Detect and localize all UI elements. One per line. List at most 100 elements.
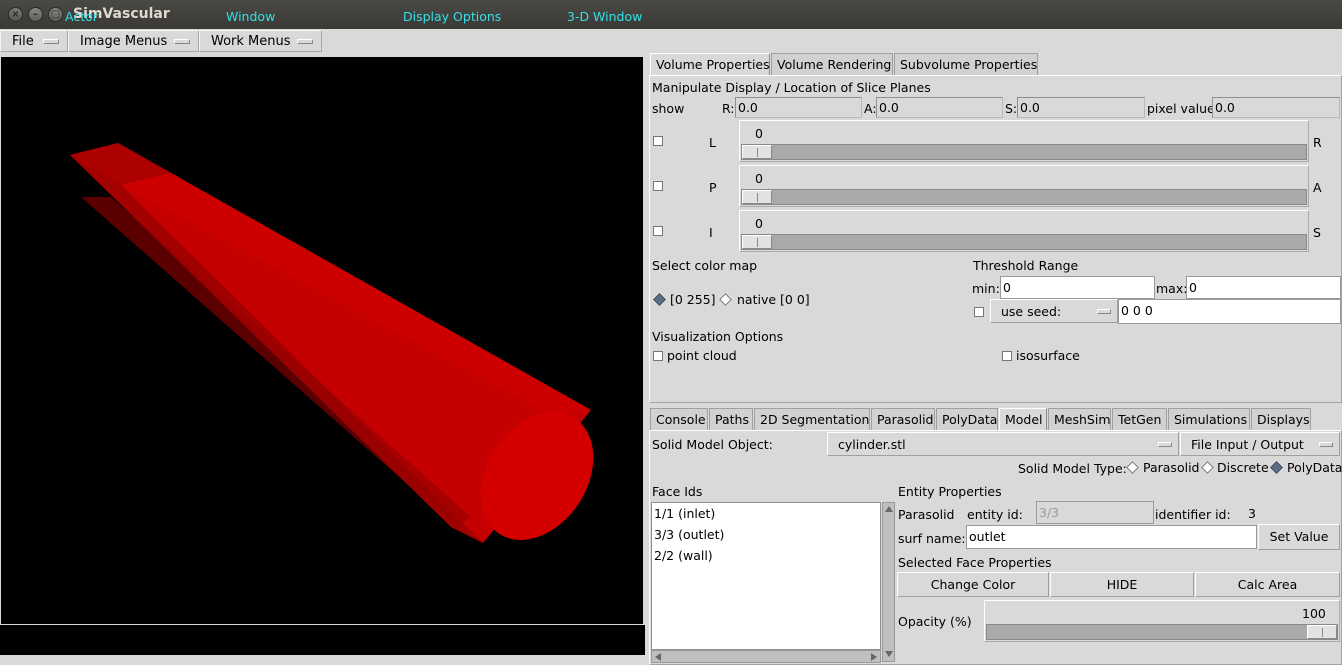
slider-handle[interactable] bbox=[742, 145, 772, 159]
type-discrete-label: Discrete bbox=[1217, 460, 1269, 475]
threshold-min-input[interactable]: 0 bbox=[1000, 276, 1155, 299]
tab-2d-segmentation[interactable]: 2D Segmentation bbox=[754, 408, 870, 430]
change-color-button[interactable]: Change Color bbox=[897, 572, 1049, 597]
tab-polydata[interactable]: PolyData bbox=[936, 408, 998, 430]
tab-console[interactable]: Console bbox=[650, 408, 708, 430]
slider-trough bbox=[741, 144, 1307, 160]
3d-viewport[interactable] bbox=[1, 57, 643, 624]
pixel-value: 0.0 bbox=[1212, 97, 1340, 118]
face-list-item[interactable]: 2/2 (wall) bbox=[652, 545, 880, 566]
scroll-right-icon[interactable] bbox=[871, 653, 877, 661]
tab-tetgen[interactable]: TetGen bbox=[1112, 408, 1167, 430]
face-list-item[interactable]: 1/1 (inlet) bbox=[652, 503, 880, 524]
cylinder-render bbox=[70, 143, 594, 543]
maximize-window-icon[interactable]: □ bbox=[48, 7, 63, 22]
display-options-label[interactable]: Display Options bbox=[403, 9, 501, 24]
identifier-id-label: identifier id: bbox=[1155, 507, 1231, 522]
hide-button[interactable]: HIDE bbox=[1050, 572, 1194, 597]
slider-trough bbox=[741, 189, 1307, 205]
image-menus-label: Image Menus bbox=[80, 34, 168, 49]
slider-trough bbox=[741, 234, 1307, 250]
tab-paths[interactable]: Paths bbox=[709, 408, 753, 430]
show-i-checkbox[interactable] bbox=[653, 226, 663, 236]
seed-input[interactable]: 0 0 0 bbox=[1118, 299, 1341, 324]
dropdown-indicator-icon bbox=[297, 39, 313, 44]
pixel-value-label: pixel value: bbox=[1147, 101, 1219, 116]
face-list-item[interactable]: 3/3 (outlet) bbox=[652, 524, 880, 545]
solid-model-type-label: Solid Model Type: bbox=[1018, 461, 1127, 476]
s-coord-value: 0.0 bbox=[1017, 97, 1145, 118]
use-seed-checkbox[interactable] bbox=[974, 307, 984, 317]
image-menus-menu[interactable]: Image Menus bbox=[68, 30, 199, 52]
face-ids-title: Face Ids bbox=[652, 484, 703, 499]
solid-model-object-label: Solid Model Object: bbox=[652, 437, 773, 452]
face-ids-list[interactable]: 1/1 (inlet) 3/3 (outlet) 2/2 (wall) bbox=[651, 502, 881, 650]
type-parasolid-label: Parasolid bbox=[1143, 460, 1200, 475]
p-slider[interactable]: 0 bbox=[739, 165, 1309, 207]
close-window-icon[interactable]: × bbox=[8, 7, 23, 22]
tab-subvolume-properties[interactable]: Subvolume Properties bbox=[894, 53, 1038, 75]
opacity-value: 100 bbox=[1302, 606, 1326, 621]
minimize-window-icon[interactable]: – bbox=[28, 7, 43, 22]
identifier-id-value: 3 bbox=[1248, 506, 1256, 521]
threshold-max-input[interactable]: 0 bbox=[1186, 276, 1341, 299]
visualization-title: Visualization Options bbox=[652, 329, 784, 344]
use-seed-label: use seed: bbox=[1001, 304, 1062, 319]
tab-volume-properties[interactable]: Volume Properties bbox=[650, 53, 770, 75]
face-list-vertical-scrollbar[interactable] bbox=[882, 502, 895, 662]
color-map-title: Select color map bbox=[652, 258, 758, 273]
scroll-left-icon[interactable] bbox=[655, 653, 661, 661]
tab-volume-rendering[interactable]: Volume Rendering bbox=[771, 53, 893, 75]
slider-right-label: S bbox=[1313, 225, 1321, 240]
set-value-button[interactable]: Set Value bbox=[1258, 524, 1340, 550]
color-map-option-label: [0 255] bbox=[670, 292, 716, 307]
tab-parasolid[interactable]: Parasolid bbox=[871, 408, 935, 430]
file-menu-label: File bbox=[12, 34, 34, 49]
show-l-checkbox[interactable] bbox=[653, 136, 663, 146]
tab-displays[interactable]: Displays bbox=[1251, 408, 1311, 430]
entity-id-input[interactable]: 3/3 bbox=[1036, 501, 1154, 524]
slider-left-label: L bbox=[709, 135, 716, 150]
dropdown-indicator-icon bbox=[1097, 309, 1111, 314]
dropdown-indicator-icon bbox=[43, 39, 59, 44]
r-coord-label: R: bbox=[722, 101, 735, 116]
show-p-checkbox[interactable] bbox=[653, 181, 663, 191]
solid-model-object-select[interactable]: cylinder.stl bbox=[827, 432, 1179, 456]
entity-id-label: entity id: bbox=[967, 507, 1023, 522]
i-slider[interactable]: 0 bbox=[739, 210, 1309, 252]
l-slider[interactable]: 0 bbox=[739, 120, 1309, 162]
isosurface-checkbox[interactable] bbox=[1002, 351, 1012, 361]
slider-left-label: I bbox=[709, 225, 713, 240]
color-map-option-label: native [0 0] bbox=[737, 292, 810, 307]
surf-name-label: surf name: bbox=[898, 531, 966, 546]
scroll-up-icon[interactable] bbox=[885, 506, 893, 512]
face-list-horizontal-scrollbar[interactable] bbox=[651, 650, 881, 663]
window-label[interactable]: Window bbox=[226, 9, 275, 24]
slider-handle[interactable] bbox=[742, 235, 772, 249]
entity-properties-title: Entity Properties bbox=[898, 484, 1002, 499]
max-label: max: bbox=[1156, 281, 1188, 296]
use-seed-button[interactable]: use seed: bbox=[990, 299, 1118, 323]
r-coord-value: 0.0 bbox=[735, 97, 862, 118]
file-menu[interactable]: File bbox=[0, 30, 68, 52]
tab-simulations[interactable]: Simulations bbox=[1168, 408, 1250, 430]
tab-meshsim[interactable]: MeshSim bbox=[1048, 408, 1111, 430]
actor-label[interactable]: Actor bbox=[65, 9, 98, 24]
surf-name-input[interactable]: outlet bbox=[966, 525, 1257, 549]
tab-model[interactable]: Model bbox=[999, 408, 1047, 430]
slider-value: 0 bbox=[755, 126, 763, 141]
section-title: Manipulate Display / Location of Slice P… bbox=[652, 80, 931, 95]
scroll-down-icon[interactable] bbox=[885, 651, 893, 657]
opacity-slider[interactable]: 100 bbox=[984, 600, 1340, 642]
3d-window-label[interactable]: 3-D Window bbox=[567, 9, 642, 24]
slider-handle[interactable] bbox=[742, 190, 772, 204]
calc-area-button[interactable]: Calc Area bbox=[1195, 572, 1340, 597]
dropdown-indicator-icon bbox=[174, 39, 190, 44]
file-input-output-button[interactable]: File Input / Output bbox=[1180, 432, 1340, 456]
opacity-slider-handle[interactable] bbox=[1307, 625, 1337, 639]
slider-right-label: R bbox=[1313, 135, 1322, 150]
point-cloud-checkbox[interactable] bbox=[653, 351, 663, 361]
title-bar bbox=[0, 0, 1342, 29]
work-menus-menu[interactable]: Work Menus bbox=[199, 30, 322, 52]
slider-right-label: A bbox=[1313, 180, 1322, 195]
